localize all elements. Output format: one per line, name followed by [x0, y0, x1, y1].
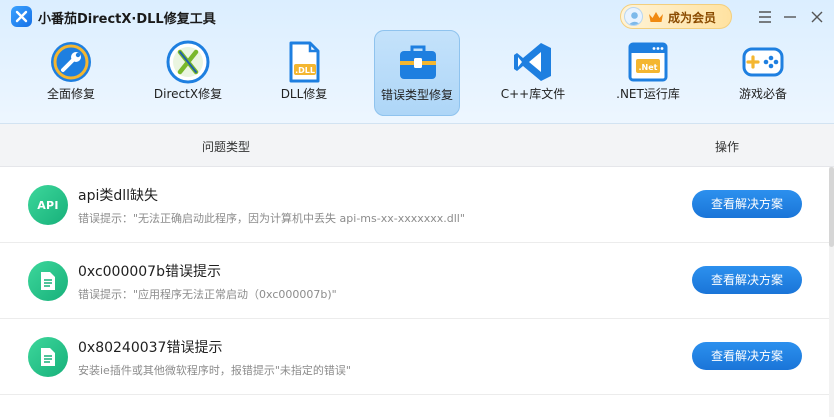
scrollbar-thumb[interactable]	[829, 167, 834, 247]
directx-icon	[166, 40, 210, 84]
view-solution-button[interactable]: 查看解决方案	[692, 190, 802, 218]
document-icon	[28, 261, 68, 301]
tool-label: .NET运行库	[616, 87, 680, 101]
view-solution-button[interactable]: 查看解决方案	[692, 266, 802, 294]
dotnet-window-icon: .Net	[628, 42, 668, 82]
table-row: API api类dll缺失 错误提示："无法正确启动此程序，因为计算机中丢失 a…	[0, 167, 834, 243]
column-header-problem-type: 问题类型	[202, 140, 251, 154]
row-description: 错误提示："应用程序无法正常启动（0xc000007b)"	[78, 288, 337, 301]
row-description: 安装ie插件或其他微软程序时，报错提示"未指定的错误"	[78, 364, 351, 377]
gamepad-icon	[742, 47, 784, 77]
tool-directx-repair[interactable]: DirectX修复	[145, 30, 231, 116]
table-row: 0x80240037错误提示 安装ie插件或其他微软程序时，报错提示"未指定的错…	[0, 319, 834, 395]
tool-label: DLL修复	[280, 87, 328, 101]
api-badge-text: API	[37, 198, 59, 212]
table-row: 0xc000007b错误提示 错误提示："应用程序无法正常启动（0xc00000…	[0, 243, 834, 319]
document-icon	[28, 337, 68, 377]
row-title: 0x80240037错误提示	[78, 340, 223, 356]
app-logo-icon	[11, 6, 32, 27]
wrench-icon	[51, 42, 91, 82]
visual-studio-icon	[514, 43, 551, 81]
tool-label: C++库文件	[500, 87, 566, 101]
table-header: 问题类型 操作	[0, 124, 834, 167]
top-toolbar: 小番茄DirectX·DLL修复工具 成为会员 全面修复 DirectX修复 .…	[0, 0, 834, 124]
crown-icon	[649, 12, 663, 22]
tool-dll-repair[interactable]: .DLL DLL修复	[261, 30, 347, 116]
svg-text:.DLL: .DLL	[295, 66, 315, 75]
view-solution-button[interactable]: 查看解决方案	[692, 342, 802, 370]
column-header-action: 操作	[715, 140, 740, 154]
user-avatar-icon	[624, 7, 643, 26]
tool-label: 错误类型修复	[380, 88, 453, 102]
vip-label: 成为会员	[668, 11, 717, 25]
toolbox-icon	[400, 45, 436, 79]
svg-text:.Net: .Net	[639, 63, 658, 72]
tool-game-essentials[interactable]: 游戏必备	[720, 30, 806, 116]
tool-label: DirectX修复	[153, 87, 223, 101]
dll-file-icon: .DLL	[289, 41, 320, 83]
tool-label: 游戏必备	[738, 87, 787, 101]
tool-label: 全面修复	[46, 87, 95, 101]
row-title: 0xc000007b错误提示	[78, 264, 221, 280]
row-description: 错误提示："无法正确启动此程序，因为计算机中丢失 api-ms-xx-xxxxx…	[78, 212, 465, 225]
menu-icon[interactable]	[756, 8, 774, 26]
row-title: api类dll缺失	[78, 188, 159, 204]
app-title: 小番茄DirectX·DLL修复工具	[38, 12, 216, 27]
tool-dotnet-runtime[interactable]: .Net .NET运行库	[605, 30, 691, 116]
title-bar: 小番茄DirectX·DLL修复工具 成为会员	[0, 0, 834, 34]
close-icon[interactable]	[808, 8, 826, 26]
become-member-button[interactable]: 成为会员	[620, 4, 732, 29]
tool-full-repair[interactable]: 全面修复	[28, 30, 114, 116]
scrollbar[interactable]	[829, 167, 834, 417]
api-badge-icon: API	[28, 185, 68, 225]
tool-cpp-library[interactable]: C++库文件	[490, 30, 576, 116]
tool-error-type-repair[interactable]: 错误类型修复	[374, 30, 460, 116]
minimize-icon[interactable]	[781, 8, 799, 26]
